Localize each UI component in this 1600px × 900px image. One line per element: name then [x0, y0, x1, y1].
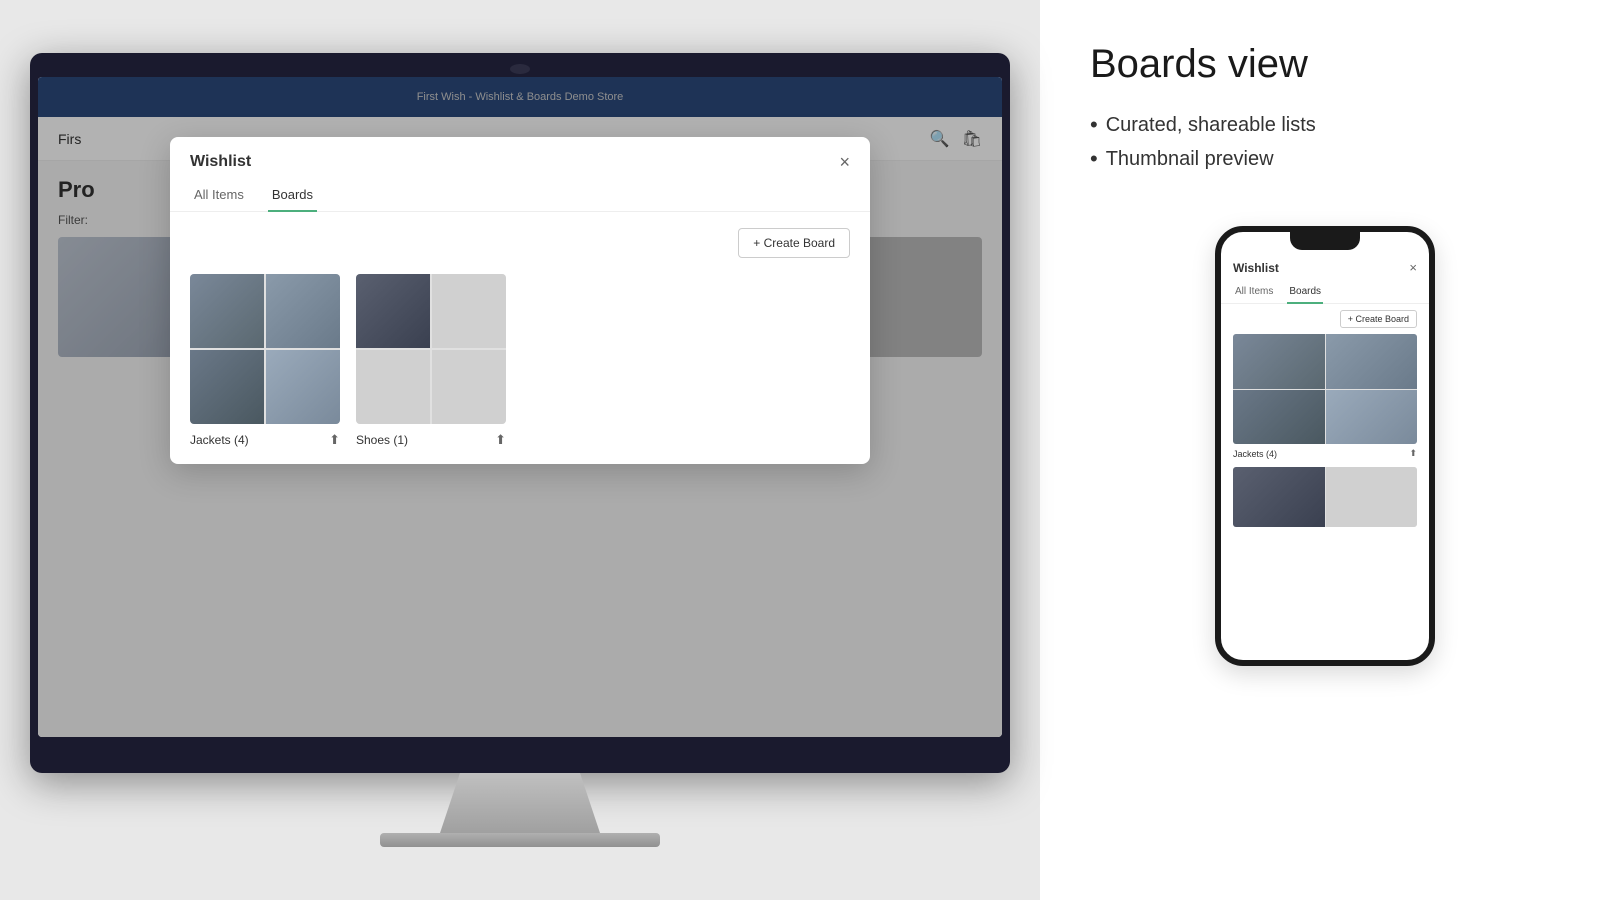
phone-container: Wishlist × All Items Boards + Create Boa… — [1090, 226, 1560, 666]
phone-board-jackets: Jackets (4) ⬆ — [1221, 334, 1429, 459]
board-name-shoes: Shoes (1) — [356, 433, 408, 447]
board-thumb-shoes-3 — [356, 350, 430, 424]
phone-tab-boards[interactable]: Boards — [1287, 281, 1323, 304]
modal-title: Wishlist — [190, 153, 251, 171]
board-thumbnails-jackets — [190, 274, 340, 424]
monitor-section: First Wish - Wishlist & Boards Demo Stor… — [0, 0, 1040, 900]
board-card-jackets: Jackets (4) ⬆ — [190, 274, 340, 448]
tab-boards[interactable]: Boards — [268, 179, 317, 212]
modal-overlay: Wishlist × All Items Boards + Create Boa… — [38, 77, 1002, 737]
modal-body: + Create Board — [170, 212, 870, 464]
phone-shoe-thumb-1 — [1233, 467, 1325, 527]
board-thumb-1 — [190, 274, 264, 348]
phone-notch — [1290, 232, 1360, 250]
close-button[interactable]: × — [839, 153, 850, 171]
modal-tabs: All Items Boards — [170, 179, 870, 212]
board-thumb-shoes-2 — [432, 274, 506, 348]
phone-thumb-1 — [1233, 334, 1325, 389]
phone-board-thumbnails-jackets — [1233, 334, 1417, 444]
website-background: First Wish - Wishlist & Boards Demo Stor… — [38, 77, 1002, 737]
board-footer-jackets: Jackets (4) ⬆ — [190, 432, 340, 448]
tab-all-items[interactable]: All Items — [190, 179, 248, 212]
phone-modal-title: Wishlist — [1233, 261, 1279, 275]
feature-item-1: Curated, shareable lists — [1090, 108, 1560, 142]
phone-thumb-2 — [1326, 334, 1418, 389]
monitor-stand — [420, 773, 620, 833]
board-thumb-3 — [190, 350, 264, 424]
monitor-base — [380, 833, 660, 847]
phone-actions: + Create Board — [1221, 304, 1429, 334]
phone-mockup: Wishlist × All Items Boards + Create Boa… — [1215, 226, 1435, 666]
phone-shoe-thumb-2 — [1326, 467, 1418, 527]
phone-close-icon[interactable]: × — [1409, 260, 1417, 275]
board-thumb-shoes-1 — [356, 274, 430, 348]
phone-thumb-4 — [1326, 390, 1418, 445]
feature-title: Boards view — [1090, 40, 1560, 88]
feature-item-2: Thumbnail preview — [1090, 142, 1560, 176]
share-icon-jackets[interactable]: ⬆ — [329, 432, 340, 448]
board-name-jackets: Jackets (4) — [190, 433, 249, 447]
board-thumb-2 — [266, 274, 340, 348]
monitor-screen: First Wish - Wishlist & Boards Demo Stor… — [38, 77, 1002, 737]
board-footer-shoes: Shoes (1) ⬆ — [356, 432, 506, 448]
board-thumb-4 — [266, 350, 340, 424]
monitor: First Wish - Wishlist & Boards Demo Stor… — [30, 53, 1010, 773]
wishlist-modal: Wishlist × All Items Boards + Create Boa… — [170, 137, 870, 464]
phone-board-footer-jackets: Jackets (4) ⬆ — [1233, 448, 1417, 459]
board-thumb-shoes-4 — [432, 350, 506, 424]
phone-tab-all-items[interactable]: All Items — [1233, 281, 1275, 304]
monitor-camera — [510, 64, 530, 74]
create-board-button[interactable]: + Create Board — [738, 228, 850, 258]
modal-header: Wishlist × — [170, 137, 870, 171]
phone-board-shoes-preview — [1221, 467, 1429, 527]
feature-list: Curated, shareable lists Thumbnail previ… — [1090, 108, 1560, 176]
phone-create-board-button[interactable]: + Create Board — [1340, 310, 1417, 328]
phone-tabs: All Items Boards — [1221, 281, 1429, 304]
phone-modal-header: Wishlist × — [1221, 252, 1429, 275]
board-card-shoes: Shoes (1) ⬆ — [356, 274, 506, 448]
phone-shoes-thumbnails — [1233, 467, 1417, 527]
boards-grid: Jackets (4) ⬆ — [190, 274, 850, 448]
modal-actions: + Create Board — [190, 228, 850, 258]
share-icon-shoes[interactable]: ⬆ — [495, 432, 506, 448]
phone-share-icon[interactable]: ⬆ — [1409, 448, 1417, 459]
phone-board-name-jackets: Jackets (4) — [1233, 449, 1277, 459]
info-section: Boards view Curated, shareable lists Thu… — [1040, 0, 1600, 900]
phone-thumb-3 — [1233, 390, 1325, 445]
board-thumbnails-shoes — [356, 274, 506, 424]
phone-screen: Wishlist × All Items Boards + Create Boa… — [1221, 232, 1429, 660]
